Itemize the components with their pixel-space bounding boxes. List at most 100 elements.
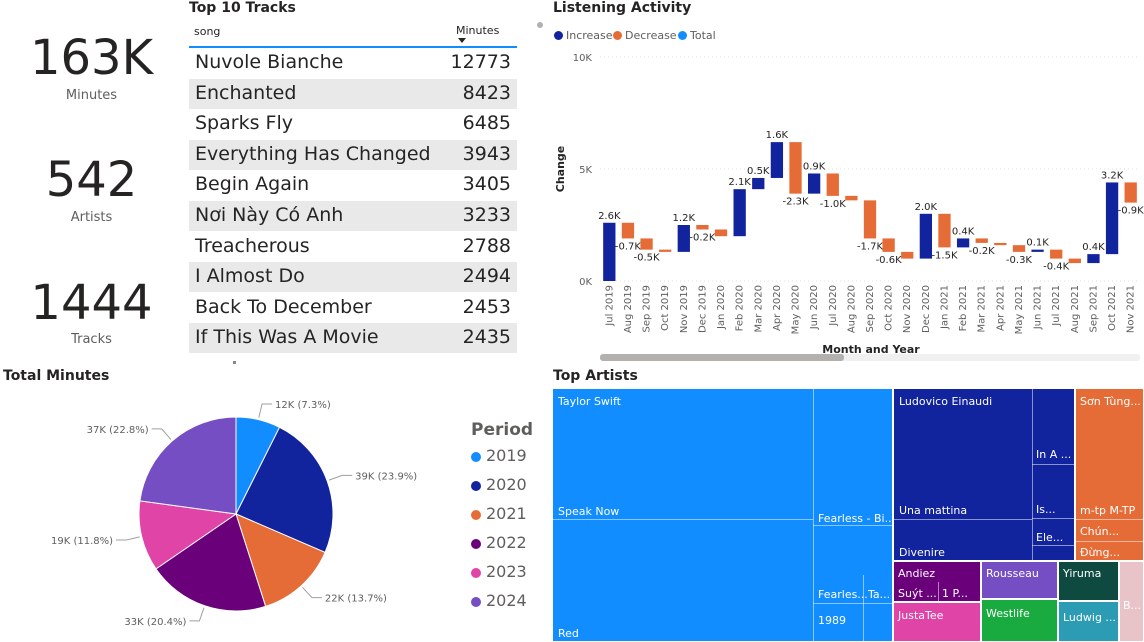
period-legend-label: 2019: [486, 446, 527, 465]
treemap-rousseau[interactable]: Rousseau: [981, 561, 1058, 599]
table-row[interactable]: If This Was A Movie 2435: [189, 323, 517, 354]
table-row[interactable]: Nuvole Bianche 12773: [189, 48, 517, 78]
x-tick-label: Dec 2019: [697, 285, 708, 333]
waterfall-bar[interactable]: [733, 189, 746, 237]
treemap-son-tung[interactable]: Sơn Tùng... m-tp M-TP Chún... Đừng...: [1075, 388, 1144, 561]
waterfall-bar[interactable]: [659, 249, 672, 252]
period-legend-item[interactable]: 2020: [471, 475, 527, 494]
waterfall-bar[interactable]: [807, 173, 821, 194]
listening-activity-title: Listening Activity: [553, 0, 692, 16]
visual-more-dot[interactable]: [537, 22, 543, 28]
waterfall-bar[interactable]: [938, 213, 951, 248]
waterfall-bar[interactable]: [975, 238, 988, 243]
waterfall-bar[interactable]: [770, 142, 784, 178]
minutes-cell: 12773: [450, 51, 511, 73]
legend-increase-marker: [554, 31, 563, 40]
kpi-minutes-label: Minutes: [65, 88, 118, 103]
waterfall-bar[interactable]: [956, 238, 970, 248]
table-row[interactable]: Begin Again 3405: [189, 170, 517, 200]
treemap-ludovico-einaudi[interactable]: Ludovico Einaudi Una mattina Divenire In…: [893, 388, 1075, 561]
treemap-taylor-swift[interactable]: Taylor Swift Speak Now Red Fearless - Bi…: [552, 388, 893, 642]
waterfall-bar[interactable]: [1068, 258, 1081, 264]
x-tick-label: Dec 2020: [921, 285, 932, 333]
waterfall-bar[interactable]: [714, 229, 728, 237]
table-row[interactable]: Nơi Này Có Anh 3233: [189, 201, 517, 231]
treemap-b[interactable]: B...: [1119, 561, 1144, 642]
period-legend-item[interactable]: 2023: [471, 562, 527, 581]
column-header-song[interactable]: song: [194, 25, 220, 38]
treemap-divider: [813, 525, 892, 526]
table-scroll-indicator[interactable]: [233, 361, 236, 364]
legend-total[interactable]: Total: [678, 29, 716, 42]
waterfall-bar[interactable]: [863, 200, 877, 239]
y-tick-label: 10K: [573, 53, 593, 64]
waterfall-bar[interactable]: [826, 173, 839, 196]
x-tick-label: Mar 2021: [977, 285, 988, 333]
waterfall-bar[interactable]: [1087, 254, 1100, 264]
x-tick-label: Nov 2021: [1126, 285, 1137, 333]
legend-increase[interactable]: Increase: [554, 29, 613, 42]
table-row[interactable]: I Almost Do 2494: [189, 262, 517, 293]
data-label: 1.6K: [766, 130, 789, 141]
treemap-divider: [553, 519, 813, 520]
waterfall-bar[interactable]: [752, 177, 765, 190]
kpi-artists-value: 542: [45, 152, 138, 208]
treemap-label-westlife: Westlife: [986, 607, 1030, 620]
top-tracks-title: Top 10 Tracks: [189, 0, 296, 16]
y-tick-label: 5K: [579, 165, 592, 176]
treemap-andiez[interactable]: Andiez Suýt ... 1 P...: [893, 561, 981, 602]
column-header-minutes[interactable]: Minutes: [456, 24, 499, 37]
waterfall-bar[interactable]: [696, 225, 709, 230]
waterfall-bar[interactable]: [1012, 245, 1026, 252]
minutes-cell: 2788: [462, 234, 511, 257]
table-row[interactable]: Treacherous 2788: [189, 232, 517, 262]
waterfall-bar[interactable]: [1031, 249, 1044, 252]
period-legend-item[interactable]: 2022: [471, 533, 527, 552]
pie-slice[interactable]: [139, 416, 237, 515]
waterfall-bar[interactable]: [1124, 182, 1137, 203]
period-legend-item[interactable]: 2024: [471, 591, 527, 610]
table-row[interactable]: Back To December 2453: [189, 293, 517, 323]
pie-leader-line: [116, 536, 140, 541]
treemap-justatee[interactable]: JustaTee: [893, 602, 981, 642]
data-label: -1.7K: [857, 241, 884, 252]
period-legend-marker: [471, 539, 481, 549]
waterfall-bar[interactable]: [994, 242, 1007, 246]
waterfall-bar[interactable]: [919, 213, 933, 259]
waterfall-bar[interactable]: [1105, 182, 1119, 255]
treemap-ludwig[interactable]: Ludwig ...: [1058, 601, 1119, 642]
table-row[interactable]: Enchanted 8423: [189, 78, 517, 109]
treemap-yiruma[interactable]: Yiruma: [1058, 561, 1119, 601]
x-tick-label: Nov 2020: [902, 285, 913, 333]
treemap-label-dung: Đừng...: [1080, 546, 1120, 559]
x-tick-label: Jun 2020: [809, 285, 820, 330]
waterfall-bar[interactable]: [901, 251, 914, 259]
treemap-westlife[interactable]: Westlife: [981, 599, 1058, 642]
waterfall-bar[interactable]: [882, 238, 895, 252]
table-row[interactable]: Sparks Fly 6485: [189, 109, 517, 139]
waterfall-bar[interactable]: [1050, 249, 1063, 259]
pie-data-label: 33K (20.4%): [124, 617, 186, 628]
data-label: 0.1K: [1026, 238, 1049, 249]
waterfall-bar[interactable]: [845, 195, 858, 201]
x-tick-label: Apr 2020: [772, 285, 783, 331]
treemap-label-rousseau: Rousseau: [986, 567, 1039, 580]
waterfall-bar[interactable]: [640, 238, 653, 250]
treemap-divider: [1032, 518, 1074, 519]
legend-decrease[interactable]: Decrease: [613, 29, 677, 42]
waterfall-bar[interactable]: [621, 222, 635, 239]
data-label: 0.5K: [747, 166, 770, 177]
waterfall-bar[interactable]: [789, 142, 802, 194]
table-row[interactable]: Everything Has Changed 3943: [189, 139, 517, 170]
waterfall-bar[interactable]: [603, 222, 616, 281]
x-tick-label: Aug 2019: [623, 285, 634, 333]
minutes-cell: 2453: [462, 295, 511, 318]
period-legend-item[interactable]: 2021: [471, 504, 527, 523]
x-tick-label: Mar 2020: [753, 285, 764, 333]
treemap-label-ludwig: Ludwig ...: [1063, 611, 1116, 624]
chart-scrollbar-thumb[interactable]: [600, 354, 844, 361]
data-label: 1.2K: [673, 213, 696, 224]
kpi-tracks-value: 1444: [30, 275, 153, 331]
period-legend-item[interactable]: 2019: [471, 446, 527, 465]
waterfall-bar[interactable]: [677, 225, 690, 252]
